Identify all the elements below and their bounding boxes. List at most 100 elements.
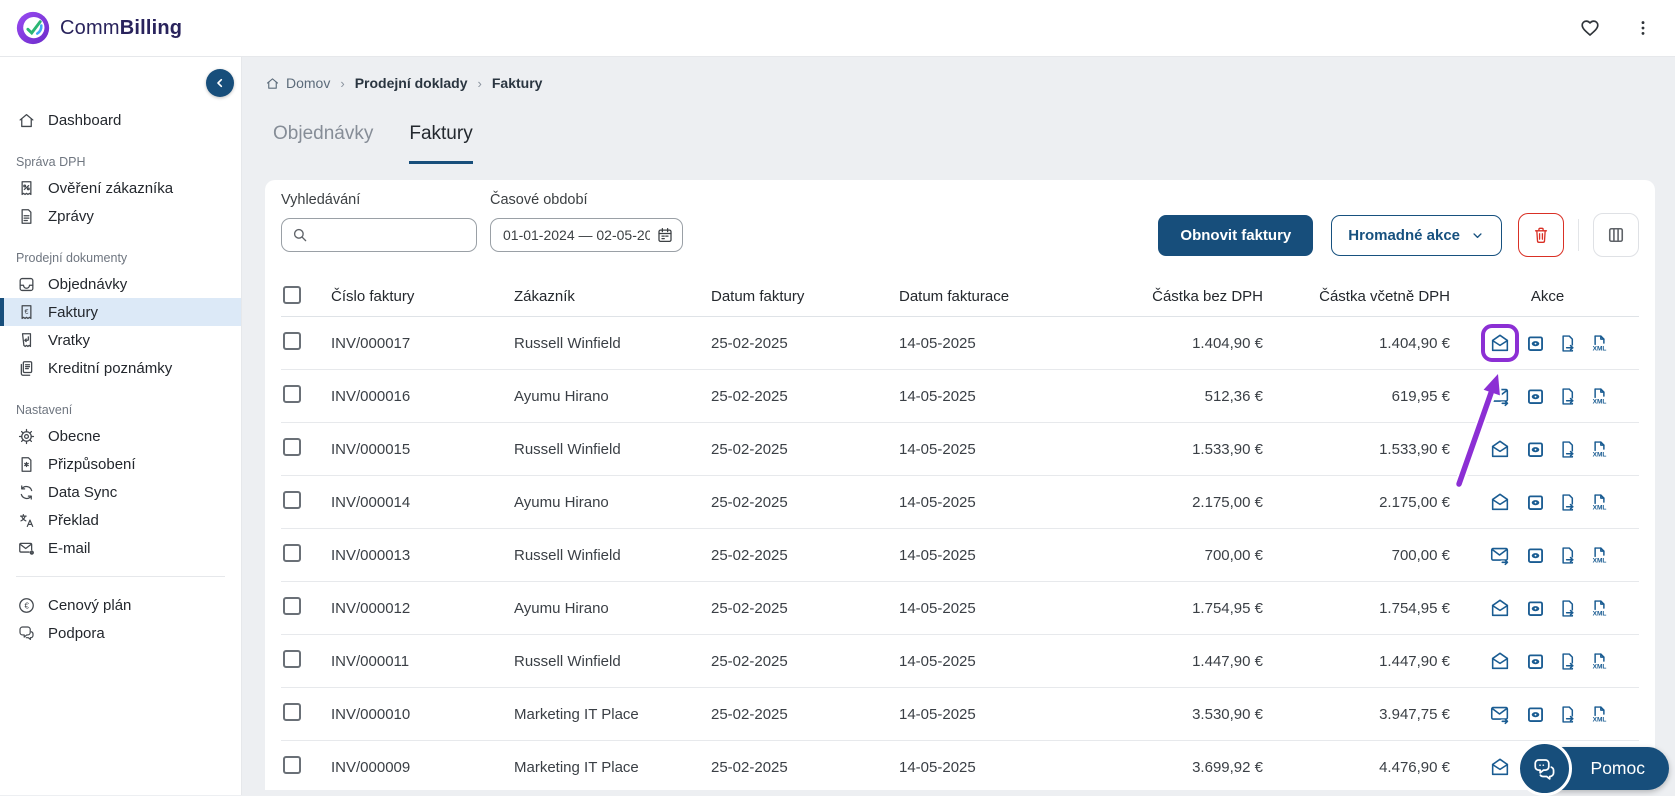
export-xml-icon[interactable]: XML: [1585, 328, 1615, 358]
row-actions: XML: [1456, 483, 1639, 521]
sidebar-item-kreditni-poznamky[interactable]: Kreditní poznámky: [0, 354, 241, 382]
table-row: INV/000015 Russell Winfield 25-02-2025 1…: [281, 423, 1639, 476]
view-invoice-icon[interactable]: [1521, 487, 1551, 517]
sidebar-item-obecne[interactable]: Obecne: [0, 422, 241, 450]
row-checkbox[interactable]: [283, 491, 301, 509]
view-invoice-icon[interactable]: [1521, 699, 1551, 729]
search-label: Vyhledávání: [281, 192, 361, 208]
sidebar-item-label: Zprávy: [48, 207, 94, 225]
row-checkbox[interactable]: [283, 438, 301, 456]
export-document-icon[interactable]: [1553, 434, 1583, 464]
svg-text:€: €: [24, 307, 28, 315]
tab-faktury[interactable]: Faktury: [409, 123, 473, 164]
trash-icon: [1531, 225, 1551, 245]
export-xml-icon[interactable]: XML: [1585, 593, 1615, 623]
column-header-billing-date[interactable]: Datum fakturace: [899, 288, 1084, 305]
sidebar-item-zpravy[interactable]: Zprávy: [0, 202, 241, 230]
calendar-icon[interactable]: [656, 226, 674, 244]
row-checkbox[interactable]: [283, 703, 301, 721]
row-checkbox[interactable]: [283, 544, 301, 562]
tab-objednavky[interactable]: Objednávky: [273, 123, 373, 164]
sidebar-item-faktury[interactable]: € Faktury: [0, 298, 241, 326]
sidebar-item-vratky[interactable]: Vratky: [0, 326, 241, 354]
invoice-date: 25-02-2025: [711, 546, 788, 564]
send-email-icon[interactable]: [1481, 589, 1519, 627]
row-checkbox[interactable]: [283, 650, 301, 668]
export-document-icon[interactable]: [1553, 699, 1583, 729]
sidebar-item-label: Obecne: [48, 427, 101, 445]
sidebar-item-podpora[interactable]: Podpora: [0, 619, 241, 647]
sidebar-section-header: Nastavení: [16, 403, 73, 417]
view-invoice-icon[interactable]: [1521, 381, 1551, 411]
sidebar: Dashboard Správa DPH Ověření zákazníka Z…: [0, 57, 242, 795]
send-email-icon[interactable]: [1480, 324, 1519, 362]
delete-button[interactable]: [1518, 213, 1564, 257]
send-email-icon[interactable]: [1481, 483, 1519, 521]
date-range-input[interactable]: [490, 218, 683, 252]
export-document-icon[interactable]: [1553, 328, 1583, 358]
export-xml-icon[interactable]: XML: [1585, 487, 1615, 517]
export-document-icon[interactable]: [1553, 487, 1583, 517]
sidebar-divider: [16, 576, 225, 577]
export-xml-icon[interactable]: XML: [1585, 381, 1615, 411]
sidebar-item-cenovy-plan[interactable]: € Cenový plán: [0, 591, 241, 619]
row-checkbox[interactable]: [283, 332, 301, 350]
send-email-icon[interactable]: [1481, 377, 1519, 415]
export-document-icon[interactable]: [1553, 646, 1583, 676]
export-xml-icon[interactable]: XML: [1585, 646, 1615, 676]
invoice-date: 25-02-2025: [711, 493, 788, 511]
help-button[interactable]: Pomoc: [1516, 741, 1669, 796]
row-checkbox[interactable]: [283, 385, 301, 403]
sidebar-item-label: Data Sync: [48, 483, 118, 501]
kebab-menu-icon[interactable]: [1631, 16, 1655, 40]
favorites-heart-icon[interactable]: [1577, 15, 1603, 41]
svg-text:XML: XML: [1593, 398, 1607, 405]
export-document-icon[interactable]: [1553, 381, 1583, 411]
sidebar-item-dashboard[interactable]: Dashboard: [0, 106, 241, 134]
sidebar-item-email[interactable]: E-mail: [0, 534, 241, 562]
home-icon: [265, 76, 280, 91]
table-row: INV/000016 Ayumu Hirano 25-02-2025 14-05…: [281, 370, 1639, 423]
sidebar-collapse-button[interactable]: [206, 69, 234, 97]
send-email-icon[interactable]: [1481, 642, 1519, 680]
export-xml-icon[interactable]: XML: [1585, 540, 1615, 570]
brand-logo[interactable]: CommBilling: [16, 11, 182, 45]
breadcrumb-prodejni-doklady[interactable]: Prodejní doklady: [355, 75, 468, 91]
export-xml-icon[interactable]: XML: [1585, 699, 1615, 729]
row-checkbox[interactable]: [283, 597, 301, 615]
sidebar-item-data-sync[interactable]: Data Sync: [0, 478, 241, 506]
sidebar-item-prizpusobeni[interactable]: Přizpůsobení: [0, 450, 241, 478]
search-input[interactable]: [281, 218, 477, 252]
refresh-invoices-button[interactable]: Obnovit faktury: [1158, 214, 1314, 256]
send-email-icon[interactable]: [1481, 536, 1519, 574]
sidebar-item-overeni-zakaznika[interactable]: Ověření zákazníka: [0, 174, 241, 202]
view-invoice-icon[interactable]: [1521, 593, 1551, 623]
select-all-checkbox[interactable]: [283, 285, 301, 304]
export-xml-icon[interactable]: XML: [1585, 434, 1615, 464]
sidebar-item-preklad[interactable]: Překlad: [0, 506, 241, 534]
bulk-actions-button[interactable]: Hromadné akce: [1331, 214, 1502, 256]
column-header-net[interactable]: Částka bez DPH: [1084, 288, 1269, 305]
send-email-icon[interactable]: [1481, 430, 1519, 468]
column-header-gross[interactable]: Částka včetně DPH: [1269, 288, 1456, 305]
columns-settings-button[interactable]: [1593, 213, 1639, 257]
export-document-icon[interactable]: [1553, 540, 1583, 570]
billing-date: 14-05-2025: [899, 652, 976, 670]
customer-name: Russell Winfield: [514, 440, 621, 458]
column-header-invoice[interactable]: Číslo faktury: [331, 288, 514, 305]
row-actions: XML: [1456, 589, 1639, 627]
view-invoice-icon[interactable]: [1521, 646, 1551, 676]
breadcrumb-home[interactable]: Domov: [265, 75, 330, 91]
view-invoice-icon[interactable]: [1521, 540, 1551, 570]
send-email-icon[interactable]: [1481, 695, 1519, 733]
send-email-icon[interactable]: [1481, 748, 1519, 786]
view-invoice-icon[interactable]: [1521, 434, 1551, 464]
column-header-customer[interactable]: Zákazník: [514, 288, 711, 305]
column-header-invoice-date[interactable]: Datum faktury: [711, 288, 899, 305]
view-invoice-icon[interactable]: [1521, 328, 1551, 358]
sidebar-item-objednavky[interactable]: Objednávky: [0, 270, 241, 298]
row-checkbox[interactable]: [283, 756, 301, 774]
invoice-number: INV/000011: [331, 652, 410, 670]
sidebar-item-label: Dashboard: [48, 111, 122, 129]
export-document-icon[interactable]: [1553, 593, 1583, 623]
